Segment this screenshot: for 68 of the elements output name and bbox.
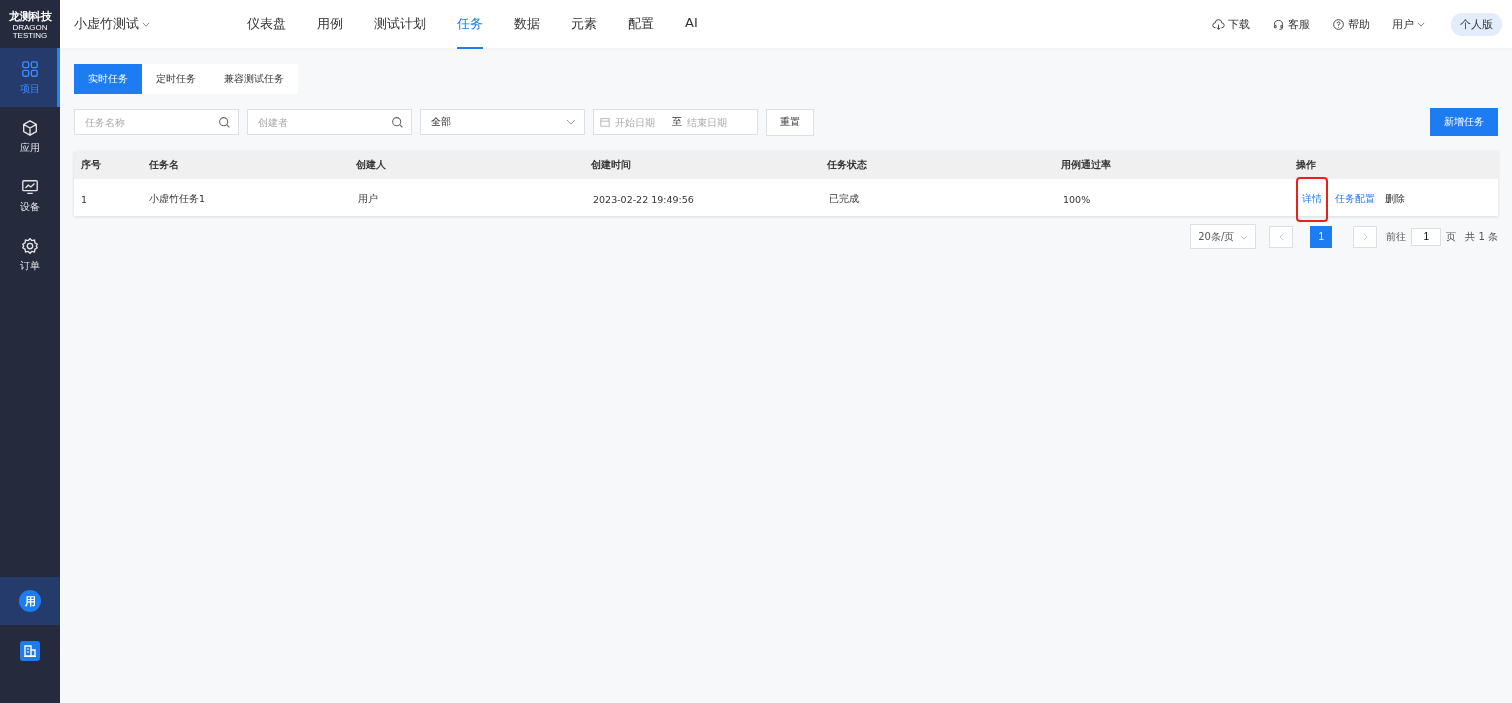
reset-button[interactable]: 重置 — [766, 108, 814, 136]
logo-title: 龙测科技 — [9, 8, 51, 24]
table-cell-text: 2023-02-22 19:49:56 — [592, 194, 695, 205]
creator-field[interactable]: 创建者 — [247, 109, 412, 135]
headset-icon — [1272, 17, 1285, 31]
edition-badge: 个人版 — [1451, 12, 1502, 36]
table-cell-text: 小虚竹任务1 — [148, 193, 207, 206]
cloud-download-icon — [1212, 17, 1225, 31]
nav-tab[interactable]: 测试计划 — [374, 0, 426, 49]
nav-tab[interactable]: 任务 — [457, 0, 483, 49]
project-selector[interactable]: 小虚竹测试 — [74, 15, 247, 33]
nav-tab[interactable]: AI — [685, 0, 698, 49]
total-count: 共 1 条 — [1465, 229, 1498, 244]
chevron-right-icon — [1362, 232, 1368, 241]
start-date-field[interactable]: 开始日期 — [615, 116, 667, 128]
table-cell-text: 已完成 — [828, 193, 860, 206]
logo-subtitle: DRAGON TESTING — [11, 23, 49, 40]
nav-tab[interactable]: 数据 — [514, 0, 540, 49]
task-name-field[interactable]: 任务名称 — [74, 109, 239, 135]
header-link[interactable]: 帮助 — [1332, 16, 1370, 32]
column-header: 创建时间 — [590, 158, 632, 172]
caret-icon — [142, 21, 150, 27]
table-cell-text: 1 — [80, 194, 89, 205]
table-cell-text: 100% — [1062, 194, 1092, 205]
header-link[interactable]: 客服 — [1272, 16, 1310, 32]
task-tab[interactable]: 实时任务 — [74, 64, 142, 94]
header-link[interactable]: 下载 — [1212, 16, 1250, 32]
caret-icon — [1240, 234, 1249, 240]
grid-icon — [21, 59, 39, 78]
column-header: 序号 — [80, 158, 102, 172]
chevron-left-icon — [1278, 232, 1284, 241]
gear-icon — [21, 236, 39, 255]
range-separator: 至 — [672, 115, 682, 129]
nav-tab[interactable]: 用例 — [317, 0, 343, 49]
status-select[interactable]: 全部 — [420, 109, 585, 135]
caret-icon — [566, 119, 576, 125]
nav-tab[interactable]: 仪表盘 — [247, 0, 286, 49]
nav-tab[interactable]: 元素 — [571, 0, 597, 49]
search-icon[interactable] — [391, 116, 404, 129]
add-task-button[interactable]: 新增任务 — [1430, 108, 1498, 136]
sidebar-item[interactable]: 订单 — [0, 225, 60, 284]
sidebar-item[interactable]: 设备 — [0, 166, 60, 225]
nav-tab[interactable]: 配置 — [628, 0, 654, 49]
column-header: 任务名 — [148, 158, 180, 172]
cube-icon — [21, 118, 39, 137]
delete-link[interactable]: 删除 — [1384, 191, 1406, 208]
user-avatar[interactable]: 用 — [19, 590, 41, 612]
action-link[interactable]: 详情 — [1298, 179, 1326, 220]
monitor-icon — [21, 177, 39, 196]
column-header: 操作 — [1295, 158, 1317, 172]
column-header: 任务状态 — [826, 158, 868, 172]
goto-label: 前往 — [1386, 229, 1407, 244]
caret-icon — [1417, 21, 1425, 27]
search-icon[interactable] — [218, 116, 231, 129]
calendar-icon — [600, 117, 610, 127]
column-header: 用例通过率 — [1060, 158, 1112, 172]
column-header: 创建人 — [355, 158, 387, 172]
help-icon — [1332, 17, 1345, 31]
sidebar-item[interactable]: 应用 — [0, 107, 60, 166]
page-number[interactable]: 1 — [1310, 225, 1333, 248]
action-link[interactable]: 任务配置 — [1334, 191, 1376, 208]
page-size-select[interactable]: 20条/页 — [1190, 224, 1257, 249]
table-cell-text: 用户 — [357, 193, 379, 206]
building-icon[interactable] — [20, 641, 40, 661]
user-menu[interactable]: 用户 — [1392, 16, 1425, 32]
end-date-field[interactable]: 结束日期 — [687, 116, 739, 128]
page-unit: 页 — [1446, 229, 1457, 244]
goto-page-field[interactable]: 1 — [1411, 227, 1442, 246]
